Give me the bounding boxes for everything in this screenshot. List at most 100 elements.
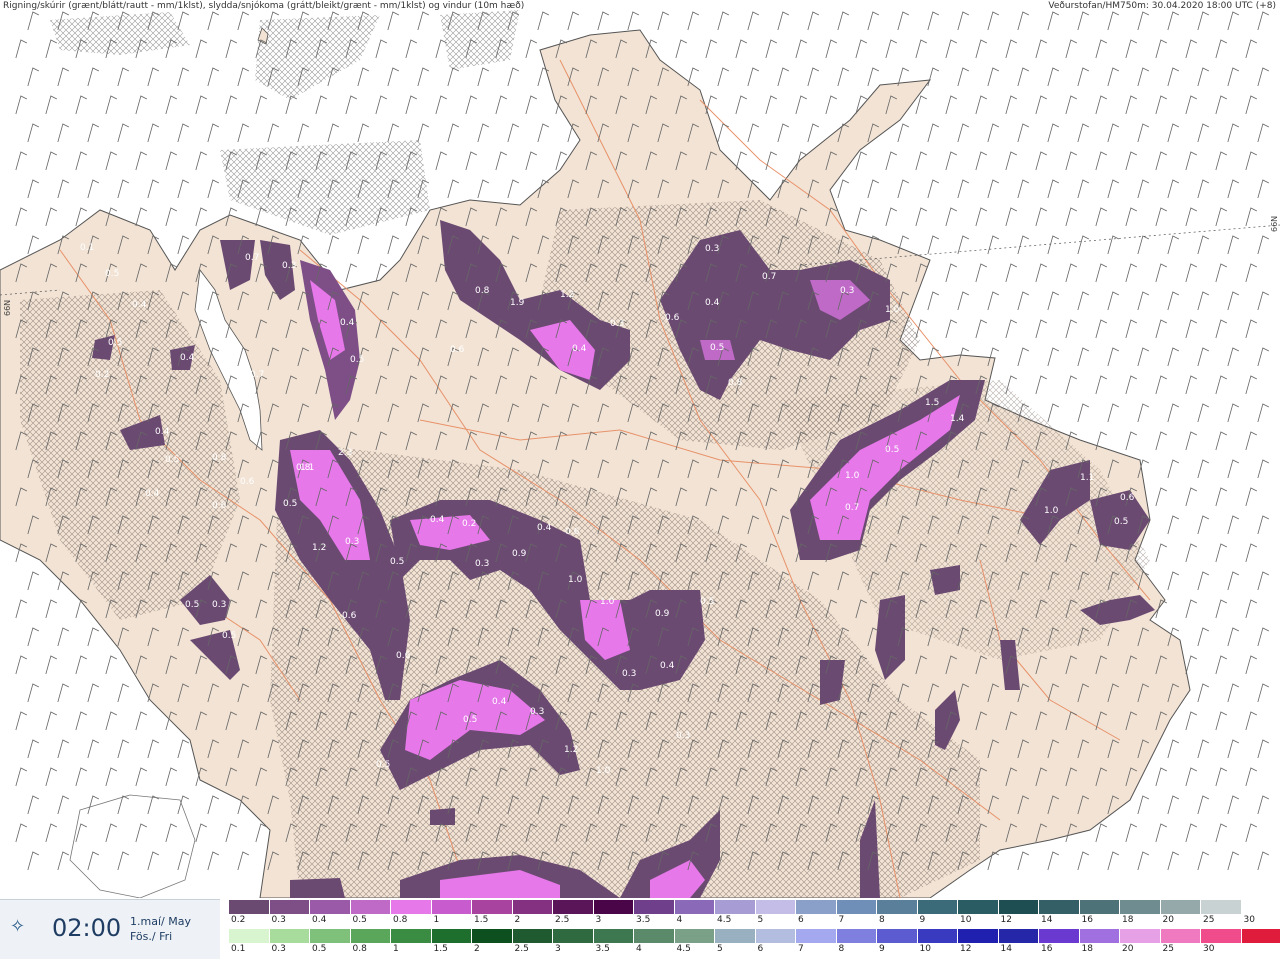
rain-legend-label: 1.5 (434, 944, 448, 954)
precip-value-label: 1.0 (568, 575, 583, 585)
precip-value-label: 0.3 (622, 669, 636, 679)
precip-value-label: 0.4 (132, 300, 147, 310)
precip-value-label: 0.3 (212, 600, 226, 610)
rain-legend-label: 16 (1041, 944, 1052, 954)
precip-value-label: 0.4 (155, 427, 170, 437)
snow-legend-label: 6 (798, 915, 804, 925)
precip-value-label: 1.0 (1044, 506, 1059, 516)
rain-legend-label: 4 (636, 944, 642, 954)
snow-legend-swatch (918, 900, 959, 914)
precip-value-label: 0.4 (430, 515, 445, 525)
snow-legend-swatch (553, 900, 594, 914)
snow-legend-swatch (1120, 900, 1161, 914)
snow-legend-swatch (594, 900, 635, 914)
precip-value-label: 0.6 (240, 477, 255, 487)
rain-legend-label: 14 (1001, 944, 1012, 954)
rain-legend-labels: 0.10.30.50.811.522.533.544.5567891012141… (229, 944, 1280, 958)
precip-value-label: 0.5 (710, 343, 724, 353)
precip-value-label: 0.4 (537, 523, 552, 533)
map-title: Rigning/skúrir (grænt/blátt/rautt - mm/1… (3, 1, 524, 11)
rain-legend-swatch (1161, 929, 1202, 943)
precip-value-label: 0.1 (80, 243, 94, 253)
precip-value-label: 1.2 (560, 290, 574, 300)
latitude-label: 66N (3, 300, 12, 316)
snow-legend-swatch (229, 900, 270, 914)
rain-legend-swatch (472, 929, 513, 943)
rain-legend-swatch (391, 929, 432, 943)
snow-legend-swatch (1080, 900, 1121, 914)
precip-value-label: 0.3 (610, 319, 624, 329)
precip-value-label: 0.4 (705, 298, 720, 308)
snow-legend-swatch (675, 900, 716, 914)
precip-value-label: 0.4 (180, 353, 195, 363)
precip-value-label: 0.5 (350, 355, 364, 365)
rain-legend-swatch (351, 929, 392, 943)
precip-value-label: 1.0 (600, 597, 615, 607)
rain-legend-swatch (999, 929, 1040, 943)
precip-value-label: 0.5 (108, 338, 122, 348)
snow-legend-swatch (270, 900, 311, 914)
snow-legend-swatch (1201, 900, 1242, 914)
rain-legend-label: 6 (758, 944, 764, 954)
snow-legend-label: 0.5 (353, 915, 367, 925)
rain-legend-row (229, 929, 1280, 943)
latitude-label: 66N (1270, 216, 1279, 232)
snow-legend-swatch (1161, 900, 1202, 914)
snow-legend-swatch (999, 900, 1040, 914)
precip-value-label: 0.3 (475, 559, 489, 569)
precip-value-label: 0.2 (462, 519, 476, 529)
rain-legend-swatch (270, 929, 311, 943)
snow-legend-label: 8 (879, 915, 885, 925)
precip-value-label: 0.8 (296, 463, 311, 473)
precip-value-label: 0.6 (565, 527, 580, 537)
rain-legend-swatch (837, 929, 878, 943)
precip-value-label: 0.3 (705, 244, 719, 254)
snow-legend-label: 25 (1203, 915, 1214, 925)
precip-value-label: 0.3 (840, 286, 854, 296)
snow-legend-label: 5 (758, 915, 764, 925)
precip-value-label: 0.3 (345, 537, 359, 547)
snow-legend-label: 0.3 (272, 915, 286, 925)
rain-legend-label: 0.5 (312, 944, 326, 954)
model-run-info: Veðurstofan/HM750m: 30.04.2020 18:00 UTC… (1048, 1, 1276, 11)
precip-value-label: 0.5 (885, 445, 899, 455)
snow-legend-label: 10 (960, 915, 971, 925)
rain-legend-swatch (310, 929, 351, 943)
precip-value-label: 0.5 (165, 455, 179, 465)
snow-legend-label: 3.5 (636, 915, 650, 925)
precip-value-label: 0.6 (450, 345, 465, 355)
snow-legend-row (229, 900, 1280, 914)
rain-legend-label: 4.5 (677, 944, 691, 954)
precip-value-label: 0.6 (396, 651, 411, 661)
rain-legend-label: 3 (555, 944, 561, 954)
precip-value-label: 0.8 (728, 378, 743, 388)
rain-legend-label: 2 (474, 944, 480, 954)
precip-value-label: 0.6 (665, 313, 680, 323)
rain-legend-swatch (513, 929, 554, 943)
snow-legend-swatch (715, 900, 756, 914)
snow-legend-label: 14 (1041, 915, 1052, 925)
compass-star-icon: ✧ (10, 918, 28, 936)
rain-legend-label: 0.1 (231, 944, 245, 954)
precip-value-label: 1.9 (510, 298, 525, 308)
rain-legend-swatch (1242, 929, 1280, 943)
precip-value-label: 0.5 (463, 715, 477, 725)
snow-legend-label: 20 (1163, 915, 1174, 925)
precip-value-label: 0.3 (676, 731, 690, 741)
rain-legend-swatch (877, 929, 918, 943)
rain-legend-label: 0.3 (272, 944, 286, 954)
rain-legend-label: 5 (717, 944, 723, 954)
rain-legend-swatch (1120, 929, 1161, 943)
precip-value-label: 0.5 (376, 760, 390, 770)
precip-value-label: 0.4 (660, 661, 675, 671)
precip-value-label: 0.7 (245, 253, 259, 263)
rain-legend-label: 18 (1082, 944, 1093, 954)
forecast-date: 1.maí/ May (130, 915, 191, 928)
rain-legend-swatch (715, 929, 756, 943)
precip-value-label: 0.5 (185, 600, 199, 610)
precip-value-label: 0.9 (512, 549, 527, 559)
rain-legend-swatch (1039, 929, 1080, 943)
precip-value-label: 0.7 (845, 503, 859, 513)
precip-value-label: 2.3 (338, 448, 352, 458)
precip-value-label: 0.5 (105, 269, 119, 279)
